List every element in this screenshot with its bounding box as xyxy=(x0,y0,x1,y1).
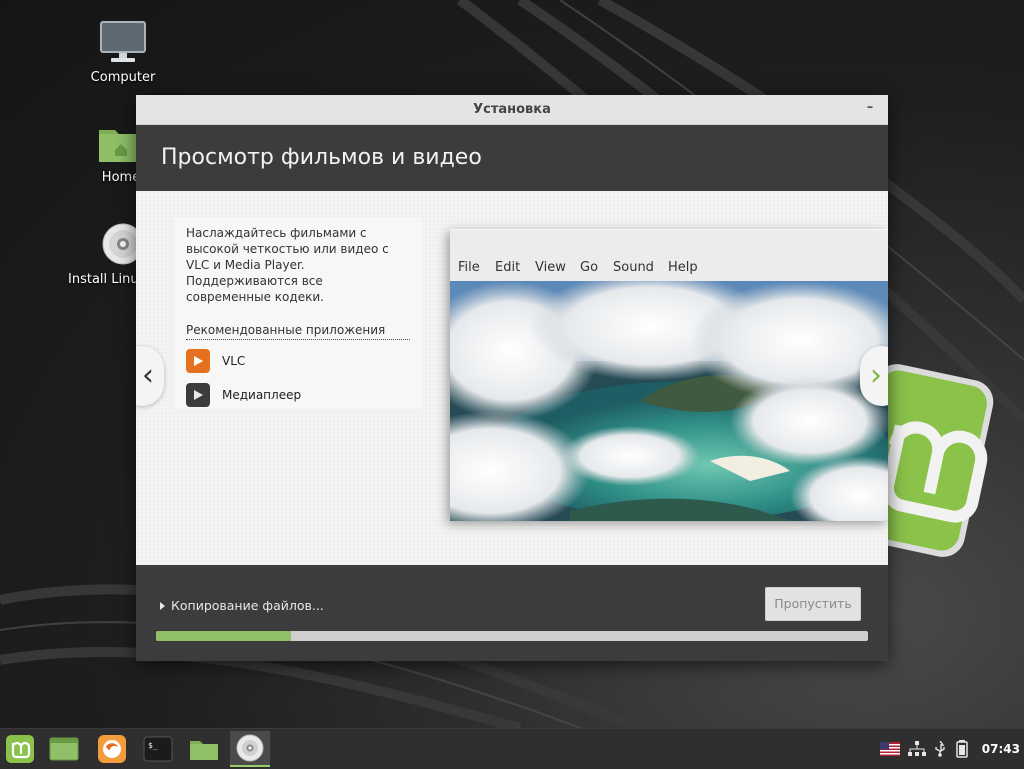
skip-button[interactable]: Пропустить xyxy=(765,587,861,621)
screenshot-menu-help: Help xyxy=(668,260,698,275)
installer-disc-icon xyxy=(236,734,264,762)
svg-text:$_: $_ xyxy=(148,741,158,750)
usb-icon[interactable] xyxy=(934,741,946,757)
minimize-button[interactable]: – xyxy=(862,95,878,124)
screenshot-menu-view: View xyxy=(535,260,566,275)
screenshot-menu-edit: Edit xyxy=(495,260,521,275)
terminal-button[interactable]: $_ xyxy=(138,731,178,767)
battery-icon[interactable] xyxy=(956,740,968,758)
window-titlebar[interactable]: Установка – xyxy=(136,95,888,125)
desktop-icon-label: Computer xyxy=(90,70,156,85)
video-frame-image xyxy=(450,281,888,521)
vlc-play-icon xyxy=(186,349,210,373)
slideshow-panel: Наслаждайтесь фильмами с высокой четкост… xyxy=(136,191,888,565)
next-slide-button[interactable]: › xyxy=(860,346,888,406)
firefox-button[interactable] xyxy=(92,731,132,767)
media-player-play-icon xyxy=(186,383,210,407)
expander-arrow-icon[interactable] xyxy=(160,602,165,610)
app-item-media-player: Медиаплеер xyxy=(186,382,410,408)
terminal-icon: $_ xyxy=(143,736,173,762)
screenshot-menu-sound: Sound xyxy=(613,260,654,275)
slide-description: Наслаждайтесь фильмами с высокой четкост… xyxy=(186,226,389,304)
system-tray xyxy=(880,729,968,769)
app-item-vlc: VLC xyxy=(186,348,410,374)
screenshot-menu-go: Go xyxy=(580,260,599,275)
window-title: Установка xyxy=(473,102,551,117)
network-icon[interactable] xyxy=(908,741,926,757)
previous-slide-button[interactable]: ‹ xyxy=(136,346,164,406)
show-desktop-icon xyxy=(49,737,79,761)
app-name: VLC xyxy=(222,354,246,368)
app-name: Медиаплеер xyxy=(222,388,302,402)
install-status[interactable]: Копирование файлов... xyxy=(160,598,324,613)
installer-taskbar-button[interactable] xyxy=(230,731,270,767)
installer-footer: Копирование файлов... Пропустить xyxy=(136,565,888,661)
mint-menu-button[interactable] xyxy=(0,731,40,767)
slide-screenshot: File Edit View Go Sound Help xyxy=(450,229,888,521)
slide-info-box: Наслаждайтесь фильмами с высокой четкост… xyxy=(174,217,422,409)
computer-icon xyxy=(100,21,146,62)
install-status-text: Копирование файлов... xyxy=(171,598,324,613)
files-icon xyxy=(190,741,218,760)
desktop-icon-computer[interactable]: Computer xyxy=(68,20,178,85)
installer-window: Установка – Просмотр фильмов и видео Нас… xyxy=(136,95,888,661)
screenshot-menu-file: File xyxy=(458,260,480,275)
screenshot-menubar: File Edit View Go Sound Help xyxy=(450,229,888,282)
clock[interactable]: 07:43 xyxy=(982,729,1020,769)
install-progress-fill xyxy=(156,631,292,641)
mint-menu-icon xyxy=(6,735,34,763)
us-flag-icon[interactable] xyxy=(880,742,900,756)
show-desktop-button[interactable] xyxy=(44,731,84,767)
taskbar: $_ 07:43 xyxy=(0,728,1024,769)
files-button[interactable] xyxy=(184,731,224,767)
recommended-apps-heading: Рекомендованные приложения xyxy=(186,323,410,340)
firefox-icon xyxy=(98,735,126,763)
install-progress-bar xyxy=(156,631,868,641)
slide-title: Просмотр фильмов и видео xyxy=(136,125,888,191)
